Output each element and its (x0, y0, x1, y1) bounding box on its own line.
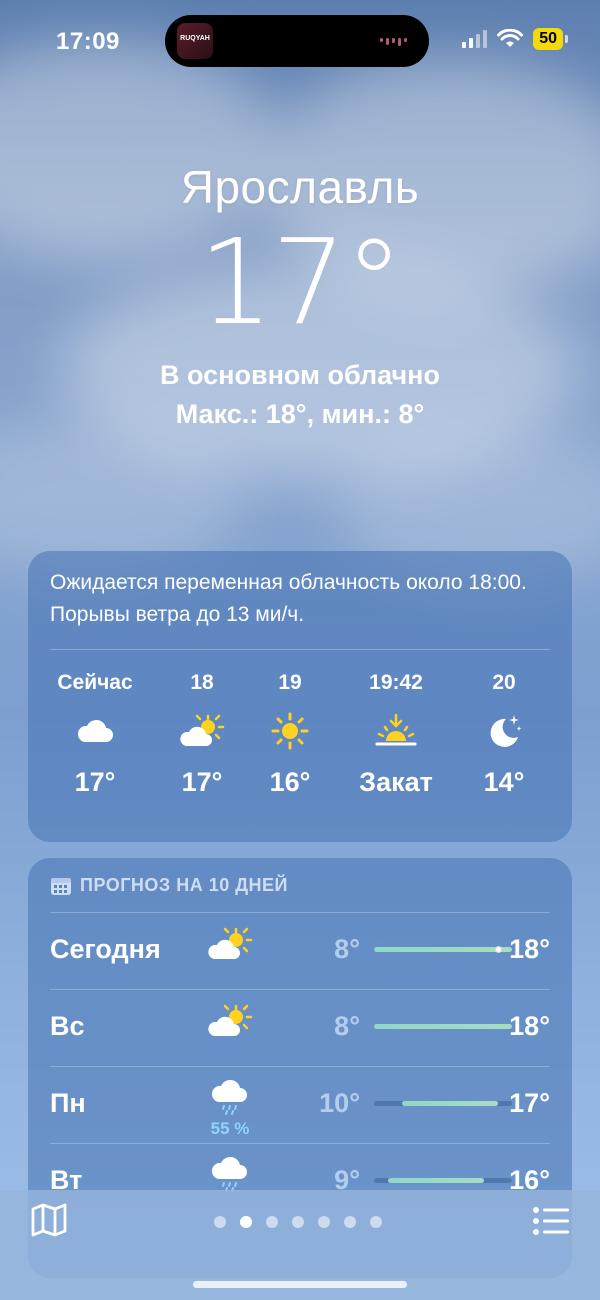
hour-item[interactable]: 19:42 Закат (341, 671, 451, 798)
rain-cloud-icon (210, 1079, 250, 1120)
hour-item[interactable]: 19 16° (235, 671, 345, 798)
forecast-row[interactable]: Сегодня 8° 18° (50, 912, 550, 989)
forecast-header-label: ПРОГНОЗ НА 10 ДНЕЙ (80, 875, 288, 895)
now-playing-artwork[interactable]: RUQYAH (177, 23, 213, 59)
divider (50, 912, 550, 913)
high-low-text: Макс.: 18°, мин.: 8° (175, 399, 425, 429)
partly-sunny-icon (206, 927, 254, 966)
sunset-icon (375, 713, 417, 746)
precipitation-chance: 55 % (210, 1119, 250, 1138)
hour-label: 19 (278, 671, 302, 694)
bottom-toolbar (0, 1190, 600, 1300)
temperature-range-bar (374, 946, 512, 953)
wifi-icon (497, 29, 524, 47)
low-temperature: 8° (334, 934, 360, 964)
low-temperature: 8° (334, 1011, 360, 1041)
high-temperature: 18° (509, 1011, 550, 1041)
hour-label: 20 (492, 671, 516, 694)
temperature-range-bar (374, 1178, 512, 1183)
day-label: Пн (50, 1088, 86, 1118)
status-bar: 17:09 RUQYAH 50 (0, 0, 600, 80)
hour-label: 19:42 (369, 671, 423, 694)
hourly-forecast-card[interactable]: Ожидается переменная облачность около 18… (28, 551, 572, 842)
current-temperature: 17° (198, 213, 403, 351)
page-dot[interactable] (318, 1216, 330, 1228)
hour-temperature: Закат (359, 767, 433, 797)
hour-temperature: 14° (483, 767, 525, 797)
hour-temperature: 17° (74, 767, 116, 797)
battery-icon: 50 (533, 28, 568, 50)
current-weather: Ярославль 17° В основном облачно Макс.: … (0, 160, 600, 430)
page-dot[interactable] (292, 1216, 304, 1228)
page-dot[interactable] (370, 1216, 382, 1228)
temperature-range-bar (374, 1024, 512, 1029)
forecast-row[interactable]: Вс 8° 18° (50, 989, 550, 1066)
forecast-header: ПРОГНОЗ НА 10 ДНЕЙ (50, 875, 288, 896)
temperature-range-fill (401, 1101, 499, 1106)
dynamic-island[interactable]: RUQYAH (165, 15, 429, 67)
high-temperature: 17° (509, 1088, 550, 1118)
signal-icon (462, 30, 488, 48)
divider (50, 1066, 550, 1067)
list-icon[interactable] (532, 1206, 570, 1236)
hour-item[interactable]: 20 14° (449, 671, 559, 798)
temperature-range-fill (374, 947, 512, 952)
partly-sunny-icon (206, 1004, 254, 1043)
page-dot[interactable] (344, 1216, 356, 1228)
high-temperature: 18° (509, 934, 550, 964)
battery-level: 50 (533, 28, 563, 50)
day-label: Сегодня (50, 934, 161, 964)
page-dot[interactable] (214, 1216, 226, 1228)
divider (50, 1143, 550, 1144)
partly-sunny-icon (180, 714, 225, 746)
hourly-summary: Ожидается переменная облачность около 18… (50, 571, 527, 626)
calendar-icon (51, 877, 71, 895)
condition-text: В основном облачно (160, 360, 440, 390)
temperature-range-fill (387, 1178, 485, 1183)
hour-label: Сейчас (57, 671, 133, 694)
page-indicator[interactable] (214, 1216, 382, 1228)
low-temperature: 10° (319, 1088, 360, 1118)
city-name: Ярославль (180, 161, 420, 213)
status-time: 17:09 (56, 28, 120, 55)
temperature-range-fill (374, 1024, 512, 1029)
temperature-range-bar (374, 1101, 512, 1106)
hour-item[interactable]: Сейчас 17° (40, 671, 150, 798)
day-label: Вс (50, 1011, 85, 1041)
page-dot-active[interactable] (240, 1216, 252, 1228)
moon-stars-icon (490, 715, 522, 747)
hour-temperature: 16° (269, 767, 311, 797)
divider (50, 989, 550, 990)
divider (50, 649, 550, 650)
home-indicator[interactable] (193, 1281, 407, 1288)
cloud-icon (77, 719, 113, 742)
forecast-row[interactable]: Пн 55 % 10° 17° (50, 1066, 550, 1143)
sun-icon (271, 712, 309, 750)
audio-waveform-icon (380, 38, 407, 46)
page-dot[interactable] (266, 1216, 278, 1228)
map-icon[interactable] (30, 1202, 68, 1238)
